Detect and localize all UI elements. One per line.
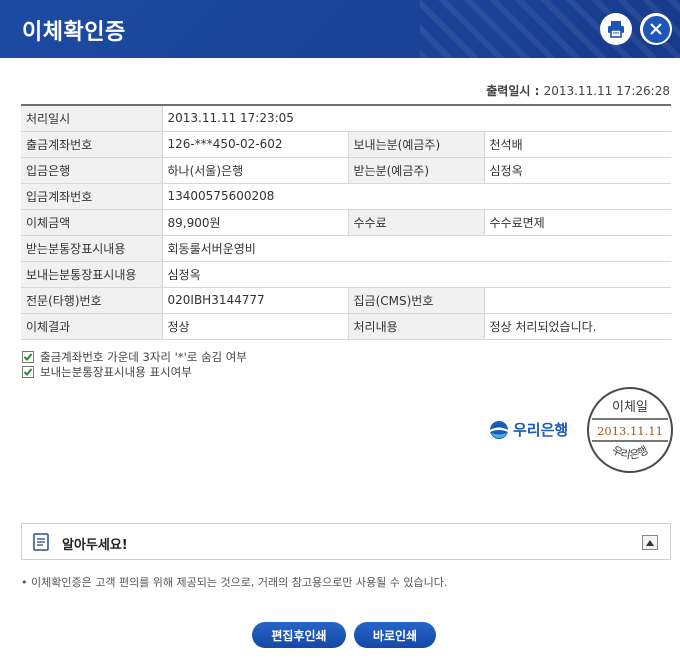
row-value: 89,900원 xyxy=(162,209,349,236)
transfer-info-table: 처리일시 2013.11.11 17:23:05 출금계좌번호 126-***4… xyxy=(21,104,671,340)
row-label: 수수료 xyxy=(348,209,485,236)
notice-collapse-button[interactable] xyxy=(642,535,658,550)
woori-bank-logo-icon xyxy=(490,420,508,439)
mask-account-option: 출금계좌번호 가운데 3자리 '*'로 숨김 여부 xyxy=(22,349,247,364)
row-value: 심정옥 xyxy=(162,261,671,288)
page-title: 이체확인증 xyxy=(22,20,126,45)
printer-icon xyxy=(608,21,624,38)
close-button[interactable] xyxy=(640,13,672,45)
row-label: 이체금액 xyxy=(21,209,163,236)
display-options: 출금계좌번호 가운데 3자리 '*'로 숨김 여부 보내는분통장표시내용 표시여… xyxy=(22,349,247,379)
row-value: 정상 xyxy=(162,313,349,340)
row-label: 보내는분통장표시내용 xyxy=(21,261,163,288)
mask-account-label: 출금계좌번호 가운데 3자리 '*'로 숨김 여부 xyxy=(40,349,247,364)
show-memo-option: 보내는분통장표시내용 표시여부 xyxy=(22,364,247,379)
row-label: 처리내용 xyxy=(348,313,485,340)
row-value: 13400575600208 xyxy=(162,183,671,210)
table-row: 처리일시 2013.11.11 17:23:05 xyxy=(21,105,671,132)
row-label: 처리일시 xyxy=(21,105,163,132)
close-icon xyxy=(650,23,662,35)
row-label: 입금계좌번호 xyxy=(21,183,163,210)
stamp-top-text: 이체일 xyxy=(612,400,648,415)
printed-value: 2013.11.11 17:26:28 xyxy=(543,84,670,98)
dialog-header: 이체확인증 xyxy=(0,0,680,58)
row-label: 집금(CMS)번호 xyxy=(348,287,485,314)
row-label: 전문(타행)번호 xyxy=(21,287,163,314)
show-memo-checkbox[interactable] xyxy=(22,365,34,378)
close-button-inner xyxy=(642,15,670,43)
edit-then-print-button[interactable]: 편집후인쇄 xyxy=(252,622,346,648)
table-row: 입금은행 하나(서울)은행 받는분(예금주) 심정옥 xyxy=(21,157,671,184)
row-label: 이체결과 xyxy=(21,313,163,340)
row-value: 020IBH3144777 xyxy=(162,287,349,314)
row-label: 입금은행 xyxy=(21,157,163,184)
printed-label: 출력일시 : xyxy=(486,84,544,98)
table-row: 출금계좌번호 126-***450-02-602 보내는분(예금주) 천석배 xyxy=(21,131,671,158)
row-label: 받는분(예금주) xyxy=(348,157,485,184)
table-row: 이체금액 89,900원 수수료 수수료면제 xyxy=(21,209,671,236)
row-value: 심정옥 xyxy=(484,157,671,184)
row-value xyxy=(484,287,671,314)
transfer-date-stamp: 이체일 2013.11.11 우리은행 xyxy=(587,387,673,473)
row-value: 회동룰서버운영비 xyxy=(162,235,671,262)
table-row: 보내는분통장표시내용 심정옥 xyxy=(21,261,671,288)
table-row: 입금계좌번호 13400575600208 xyxy=(21,183,671,210)
notice-panel: 알아두세요! xyxy=(21,523,671,560)
document-icon xyxy=(33,533,49,551)
checkmark-icon xyxy=(23,367,33,376)
bank-logo: 우리은행 xyxy=(489,419,568,440)
notice-body: 이체확인증은 고객 편의를 위해 제공되는 것으로, 거래의 참고용으로만 사용… xyxy=(31,576,448,589)
stamp-date: 2013.11.11 xyxy=(597,424,663,438)
direct-print-button[interactable]: 바로인쇄 xyxy=(354,622,436,648)
row-label: 보내는분(예금주) xyxy=(348,131,485,158)
triangle-up-icon xyxy=(646,539,654,546)
table-row: 받는분통장표시내용 회동룰서버운영비 xyxy=(21,235,671,262)
row-label: 받는분통장표시내용 xyxy=(21,235,163,262)
show-memo-label: 보내는분통장표시내용 표시여부 xyxy=(40,364,192,379)
table-row: 이체결과 정상 처리내용 정상 처리되었습니다. xyxy=(21,313,671,340)
row-value: 126-***450-02-602 xyxy=(162,131,349,158)
table-row: 전문(타행)번호 020IBH3144777 집금(CMS)번호 xyxy=(21,287,671,314)
row-label: 출금계좌번호 xyxy=(21,131,163,158)
row-value: 천석배 xyxy=(484,131,671,158)
bank-name: 우리은행 xyxy=(513,421,569,439)
row-value: 2013.11.11 17:23:05 xyxy=(162,105,671,132)
notice-title: 알아두세요! xyxy=(62,538,128,553)
printed-datetime: 출력일시 : 2013.11.11 17:26:28 xyxy=(486,82,670,99)
notice-text: • 이체확인증은 고객 편의를 위해 제공되는 것으로, 거래의 참고용으로만 … xyxy=(21,576,448,589)
row-value: 정상 처리되었습니다. xyxy=(484,313,671,340)
checkmark-icon xyxy=(23,352,33,361)
row-value: 수수료면제 xyxy=(484,209,671,236)
print-button[interactable] xyxy=(600,13,632,45)
mask-account-checkbox[interactable] xyxy=(22,350,34,363)
row-value: 하나(서울)은행 xyxy=(162,157,349,184)
